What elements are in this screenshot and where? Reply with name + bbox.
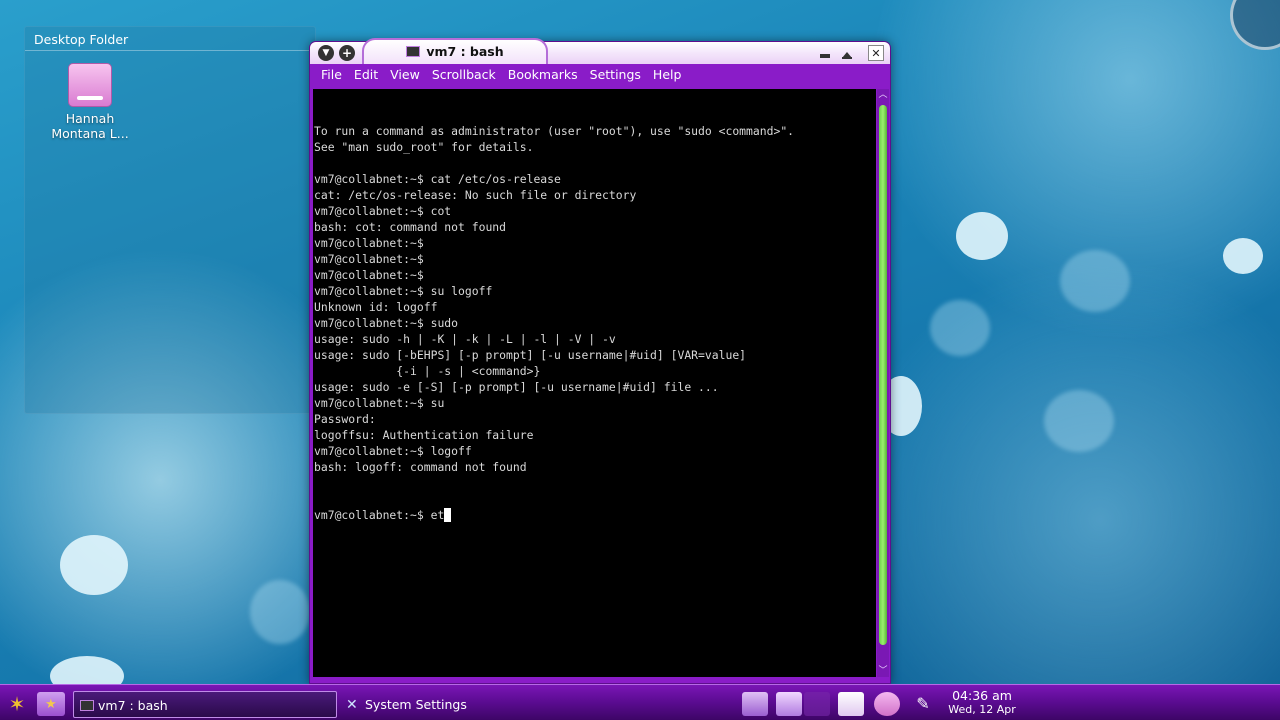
bokeh-light xyxy=(1060,250,1130,312)
window-title: vm7 : bash xyxy=(362,38,548,64)
folder-launcher-icon[interactable]: ★ xyxy=(37,692,65,716)
terminal-line: Password: xyxy=(314,412,376,426)
terminal-line: cat: /etc/os-release: No such file or di… xyxy=(314,188,637,202)
window-title-text: vm7 : bash xyxy=(426,44,504,59)
terminal-current-input: vm7@collabnet:~$ et xyxy=(314,508,445,522)
scroll-down-icon[interactable]: ﹀ xyxy=(877,665,889,677)
terminal-icon xyxy=(406,46,421,57)
bokeh-light xyxy=(1044,390,1114,452)
bokeh-light xyxy=(250,580,310,644)
desktop-folder-title: Desktop Folder xyxy=(25,27,315,51)
terminal-line: vm7@collabnet:~$ cat /etc/os-release xyxy=(314,172,561,186)
bokeh-light xyxy=(1223,238,1263,274)
terminal-line: To run a command as administrator (user … xyxy=(314,124,795,138)
terminal-line: vm7@collabnet:~$ xyxy=(314,268,424,282)
close-button[interactable]: ✕ xyxy=(868,45,884,61)
scroll-up-icon[interactable]: ︿ xyxy=(877,89,889,101)
display-tray-icon[interactable] xyxy=(776,692,802,716)
terminal-window: ▼ + vm7 : bash ✕ File Edit View Scrollba… xyxy=(309,38,891,684)
terminal-line: vm7@collabnet:~$ logoff xyxy=(314,444,472,458)
terminal-line: vm7@collabnet:~$ sudo xyxy=(314,316,459,330)
scroll-thumb[interactable] xyxy=(879,105,887,645)
plasma-corner-widget[interactable] xyxy=(1230,0,1280,50)
menu-file[interactable]: File xyxy=(315,64,348,86)
star-icon: ★ xyxy=(45,697,57,712)
terminal-line: vm7@collabnet:~$ xyxy=(314,236,424,250)
menu-settings[interactable]: Settings xyxy=(584,64,647,86)
clock-date: Wed, 12 Apr xyxy=(948,703,1016,716)
terminal-icon xyxy=(80,700,94,711)
clock[interactable]: 04:36 am Wed, 12 Apr xyxy=(940,688,1024,717)
clock-time: 04:36 am xyxy=(952,688,1012,703)
bokeh-light xyxy=(956,212,1008,260)
window-titlebar[interactable]: ▼ + vm7 : bash ✕ xyxy=(310,38,890,64)
terminal-line: {-i | -s | <command>} xyxy=(314,364,541,378)
menu-edit[interactable]: Edit xyxy=(348,64,384,86)
desktop-folder-widget: Desktop Folder Hannah Montana L... xyxy=(24,26,316,414)
terminal-lines: To run a command as administrator (user … xyxy=(314,123,876,475)
terminal-output-area[interactable]: To run a command as administrator (user … xyxy=(313,89,876,677)
task-system-settings[interactable]: ✕ System Settings xyxy=(340,691,602,718)
terminal-line: usage: sudo -h | -K | -k | -L | -l | -V … xyxy=(314,332,616,346)
terminal-scrollbar[interactable]: ︿ ﹀ xyxy=(877,89,889,677)
terminal-line: vm7@collabnet:~$ su logoff xyxy=(314,284,493,298)
pager-tray-icon[interactable] xyxy=(804,692,830,716)
terminal-input-line[interactable]: vm7@collabnet:~$ et xyxy=(314,507,876,523)
task-label: System Settings xyxy=(365,697,467,712)
terminal-line: vm7@collabnet:~$ xyxy=(314,252,424,266)
taskbar: ✶ ★ vm7 : bash ✕ System Settings ✎ 04:36 … xyxy=(0,684,1280,720)
clipboard-tray-icon[interactable] xyxy=(838,692,864,716)
text-cursor xyxy=(444,508,452,522)
terminal-line: bash: logoff: command not found xyxy=(314,460,527,474)
menu-help[interactable]: Help xyxy=(647,64,688,86)
desktop-icon-hannah-montana[interactable]: Hannah Montana L... xyxy=(45,63,135,141)
terminal-line: usage: sudo [-bEHPS] [-p prompt] [-u use… xyxy=(314,348,747,362)
task-label: vm7 : bash xyxy=(98,698,168,713)
maximize-button[interactable] xyxy=(839,45,855,61)
pin-icon[interactable]: + xyxy=(339,45,355,61)
terminal-line: bash: cot: command not found xyxy=(314,220,507,234)
device-notifier-tray-icon[interactable] xyxy=(874,692,900,716)
disk-drive-icon xyxy=(68,63,112,107)
terminal-text: To run a command as administrator (user … xyxy=(313,89,876,555)
network-tray-icon[interactable] xyxy=(742,692,768,716)
minimize-button[interactable] xyxy=(817,45,833,61)
menu-view[interactable]: View xyxy=(384,64,426,86)
pen-tray-icon[interactable]: ✎ xyxy=(910,692,936,716)
menu-bookmarks[interactable]: Bookmarks xyxy=(502,64,584,86)
terminal-line: See "man sudo_root" for details. xyxy=(314,140,534,154)
bokeh-light xyxy=(930,300,990,356)
tools-icon: ✕ xyxy=(346,697,358,713)
bokeh-light xyxy=(60,535,128,595)
terminal-line: usage: sudo -e [-S] [-p prompt] [-u user… xyxy=(314,380,719,394)
terminal-line: logoffsu: Authentication failure xyxy=(314,428,534,442)
terminal-line: vm7@collabnet:~$ cot xyxy=(314,204,452,218)
menu-bar: File Edit View Scrollback Bookmarks Sett… xyxy=(310,64,890,86)
application-launcher-icon[interactable]: ✶ xyxy=(3,692,31,716)
menu-scrollback[interactable]: Scrollback xyxy=(426,64,502,86)
desktop-icon-label: Hannah Montana L... xyxy=(51,111,129,141)
terminal-line: Unknown id: logoff xyxy=(314,300,438,314)
window-menu-icon[interactable]: ▼ xyxy=(318,45,334,61)
terminal-line: vm7@collabnet:~$ su xyxy=(314,396,445,410)
task-vm7-bash[interactable]: vm7 : bash xyxy=(73,691,337,718)
